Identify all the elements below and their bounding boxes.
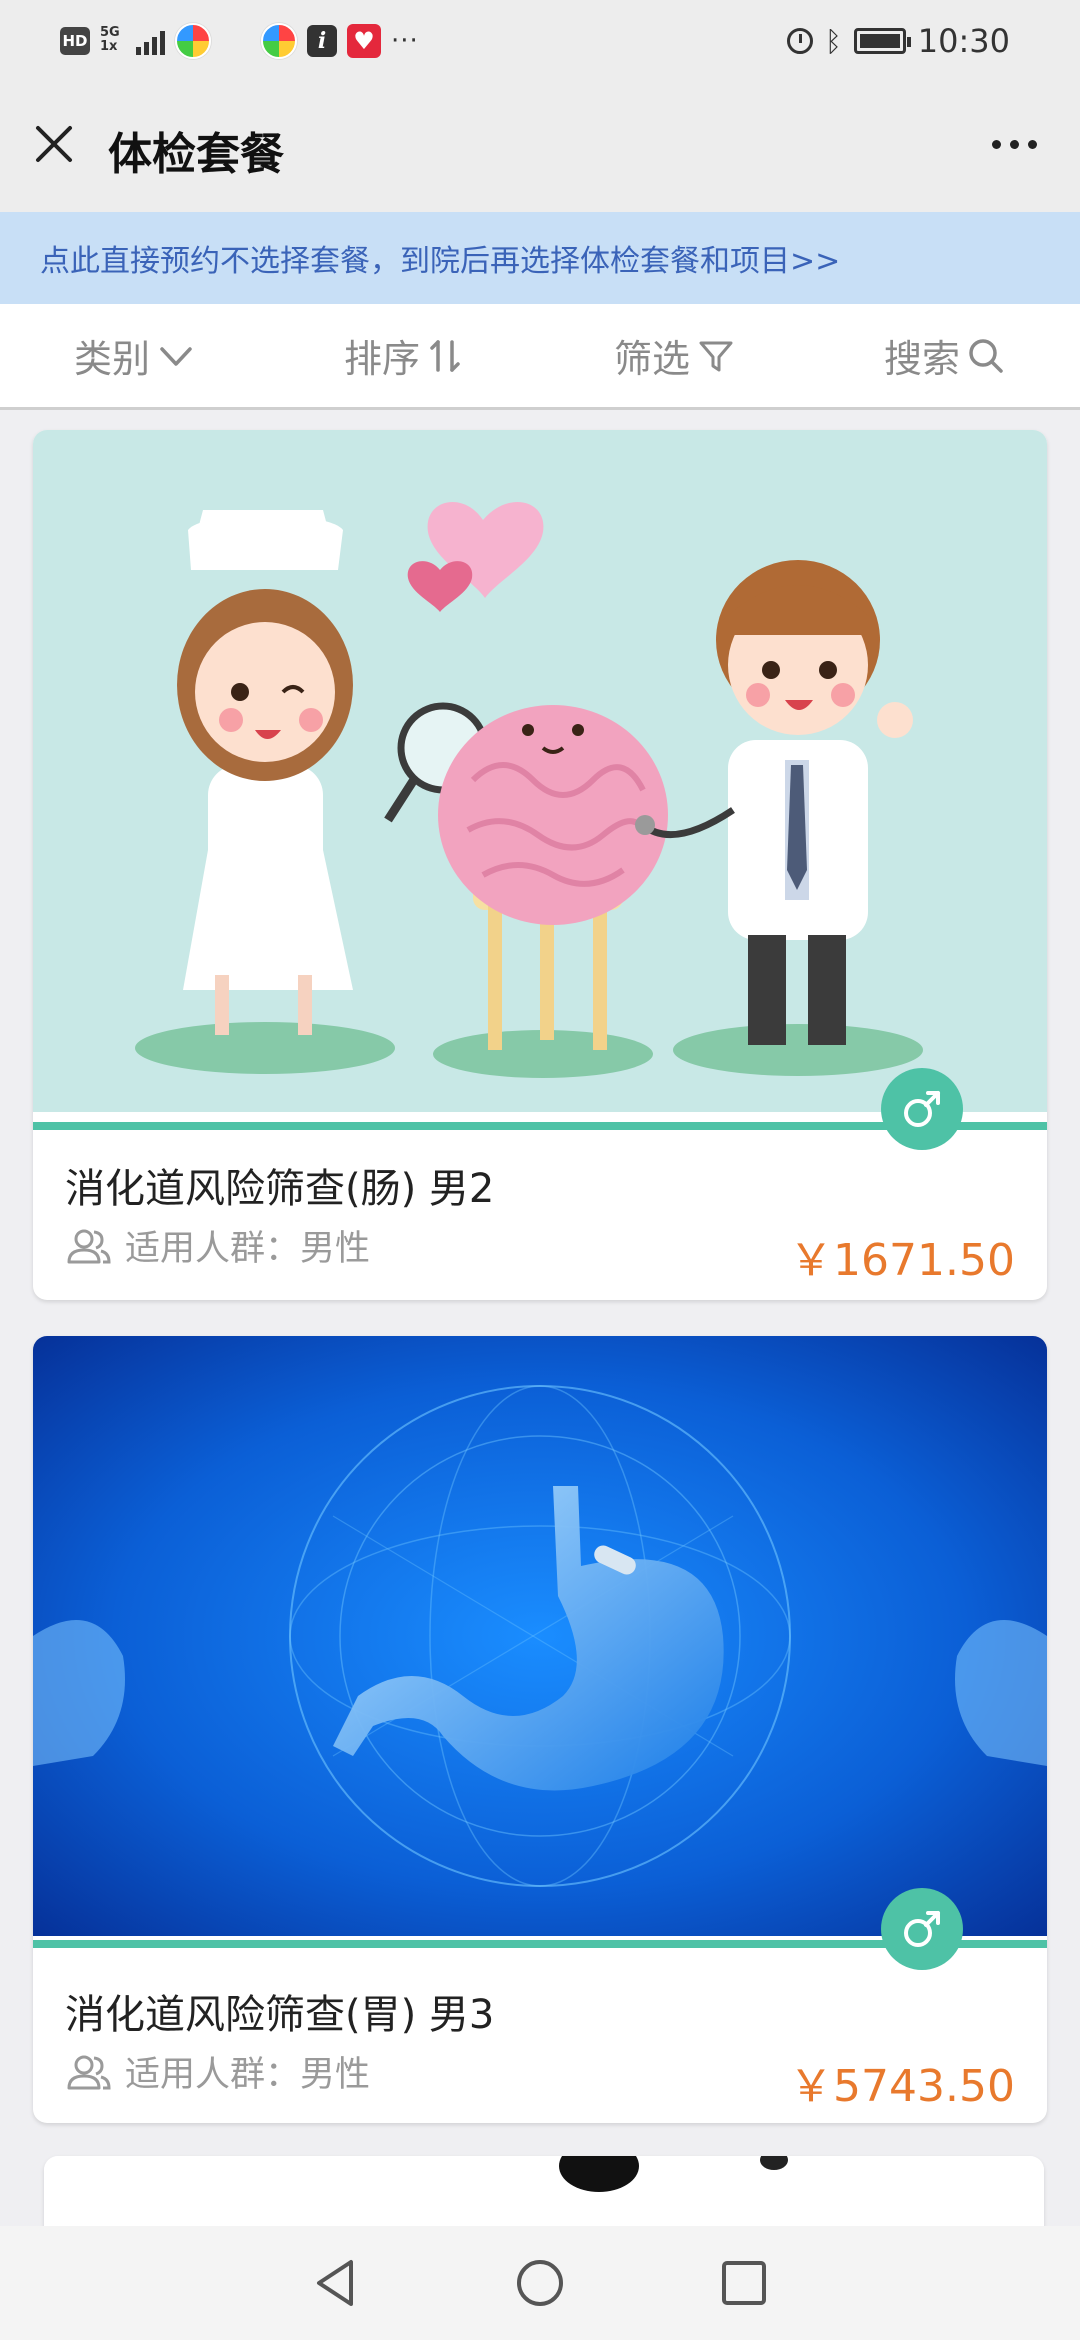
- battery-icon: [853, 28, 911, 54]
- audience-label: 适用人群：: [125, 1229, 301, 1269]
- audience-row: 适用人群： 男性: [65, 1220, 370, 1271]
- page-title: 体检套餐: [108, 129, 284, 180]
- close-icon: [36, 126, 72, 162]
- male-icon: [881, 1068, 963, 1150]
- filter-icon: [699, 341, 733, 371]
- package-title: 消化道风险筛查(肠) 男2: [65, 1166, 495, 1212]
- filter-label: 类别: [73, 337, 150, 381]
- package-price: ￥1671.50: [789, 1235, 1015, 1286]
- more-icon: [991, 139, 1001, 149]
- filter-screen-button[interactable]: 筛选: [540, 304, 810, 407]
- people-icon: [67, 1229, 111, 1263]
- network-sub-label: 1x: [100, 39, 118, 54]
- alarm-icon: [786, 28, 813, 54]
- audience-value: 男性: [300, 2055, 371, 2095]
- status-bar: HD 5G 1x i ♥ ··· ᛒ 10:30: [0, 0, 1080, 82]
- bluetooth-icon: ᛒ: [824, 24, 842, 58]
- search-icon: [969, 338, 1003, 373]
- health-app-icon: ♥: [347, 24, 381, 58]
- status-time: 10:30: [917, 22, 1010, 60]
- package-card[interactable]: 消化道风险筛查(胃) 男3 适用人群： 男性 ￥5743.50: [33, 1336, 1047, 2123]
- male-icon: [881, 1888, 963, 1970]
- package-card[interactable]: 消化道风险筛查(肠) 男2 适用人群： 男性 ￥1671.50: [33, 430, 1047, 1300]
- recents-nav-icon[interactable]: [717, 2256, 771, 2310]
- filter-bar: 类别 排序 筛选 搜索: [0, 304, 1080, 410]
- app-header: 体检套餐: [0, 82, 1080, 212]
- status-right: ᛒ 10:30: [786, 20, 1010, 62]
- package-price: ￥5743.50: [789, 2061, 1015, 2112]
- filter-search-button[interactable]: 搜索: [810, 304, 1080, 407]
- doctor-nurse-intestine-illustration: [33, 430, 1047, 1112]
- filter-category-button[interactable]: 类别: [0, 304, 270, 407]
- back-nav-icon[interactable]: [309, 2256, 363, 2310]
- network-label: 5G: [100, 25, 120, 40]
- sort-icon: [430, 339, 460, 372]
- close-button[interactable]: [22, 112, 86, 176]
- chevron-down-icon: [160, 346, 192, 366]
- filter-label: 排序: [343, 337, 420, 381]
- more-notifications-icon: ···: [391, 26, 419, 56]
- filter-label: 筛选: [613, 337, 690, 381]
- package-title: 消化道风险筛查(胃) 男3: [65, 1992, 495, 2038]
- status-left: HD 5G 1x i ♥ ···: [60, 22, 419, 60]
- direct-booking-banner[interactable]: 点此直接预约不选择套餐，到院后再选择体检套餐和项目>>: [0, 212, 1080, 304]
- audience-row: 适用人群： 男性: [65, 2046, 370, 2097]
- hd-badge: HD: [60, 27, 90, 55]
- more-button[interactable]: [978, 112, 1050, 176]
- filter-sort-button[interactable]: 排序: [270, 304, 540, 407]
- audience-value: 男性: [300, 1229, 371, 1269]
- filter-label: 搜索: [883, 337, 960, 381]
- network-badge: 5G 1x: [100, 26, 126, 56]
- people-icon: [67, 2055, 111, 2089]
- home-nav-icon[interactable]: [513, 2256, 567, 2310]
- info-app-icon: i: [307, 25, 337, 57]
- banner-text: 点此直接预约不选择套餐，到院后再选择体检套餐和项目>>: [40, 244, 841, 279]
- app-icon: [261, 23, 297, 59]
- signal-icon: [136, 27, 165, 55]
- blue-stomach-illustration: [33, 1336, 1047, 1936]
- audience-label: 适用人群：: [125, 2055, 301, 2095]
- app-icon: [175, 23, 211, 59]
- system-nav-bar: [0, 2226, 1080, 2340]
